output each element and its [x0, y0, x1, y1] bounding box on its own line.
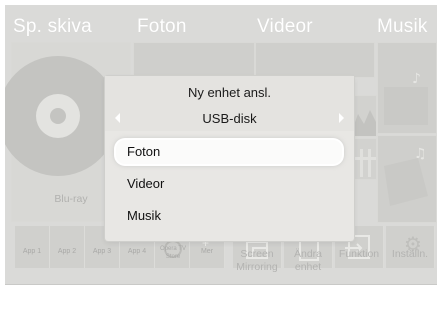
- app-label-2: App 2: [57, 248, 77, 255]
- function-label: Funktion: [338, 248, 380, 260]
- home-screen: Sp. skiva Foton Videor Musik Blu-ray ♪ ♫…: [5, 5, 437, 285]
- videos-tile[interactable]: [255, 42, 375, 78]
- option-videos[interactable]: Videor: [116, 172, 342, 196]
- app-label-3: App 3: [92, 248, 112, 255]
- screen-mirroring-label: Screen Mirroring: [236, 248, 278, 273]
- app-label-4: App 4: [127, 248, 147, 255]
- option-photos[interactable]: Foton: [116, 140, 342, 164]
- arrow-right-icon[interactable]: [339, 113, 344, 123]
- music-box-icon: ♫: [384, 146, 428, 206]
- device-name: USB-disk: [202, 111, 257, 126]
- settings-tile[interactable]: ⚙: [386, 226, 435, 268]
- disc-hole-icon: [50, 108, 66, 124]
- settings-label: Inställn.: [391, 248, 429, 260]
- section-title-photos: Foton: [137, 16, 187, 37]
- app-label-1: App 1: [22, 248, 42, 255]
- dialog-header: Ny enhet ansl. USB-disk: [105, 76, 354, 131]
- more-label: Mer: [200, 248, 214, 255]
- change-device-label: Ändra enhet: [293, 248, 323, 273]
- svg-text:♪: ♪: [412, 71, 421, 87]
- music-note-icon: ♪: [384, 71, 428, 125]
- section-title-music: Musik: [377, 16, 428, 37]
- section-title-disc: Sp. skiva: [13, 16, 92, 37]
- option-music[interactable]: Musik: [116, 204, 342, 228]
- photos-tile[interactable]: [133, 42, 255, 78]
- music-tile-2[interactable]: ♫: [377, 135, 437, 223]
- svg-text:♫: ♫: [414, 146, 427, 162]
- music-tile-1[interactable]: ♪: [377, 42, 437, 134]
- opera-store-label: Opera TV Store: [160, 246, 186, 260]
- dialog-title: Ny enhet ansl.: [187, 85, 272, 100]
- new-device-dialog: Ny enhet ansl. USB-disk Foton Videor Mus…: [105, 76, 354, 241]
- section-title-videos: Videor: [257, 16, 313, 37]
